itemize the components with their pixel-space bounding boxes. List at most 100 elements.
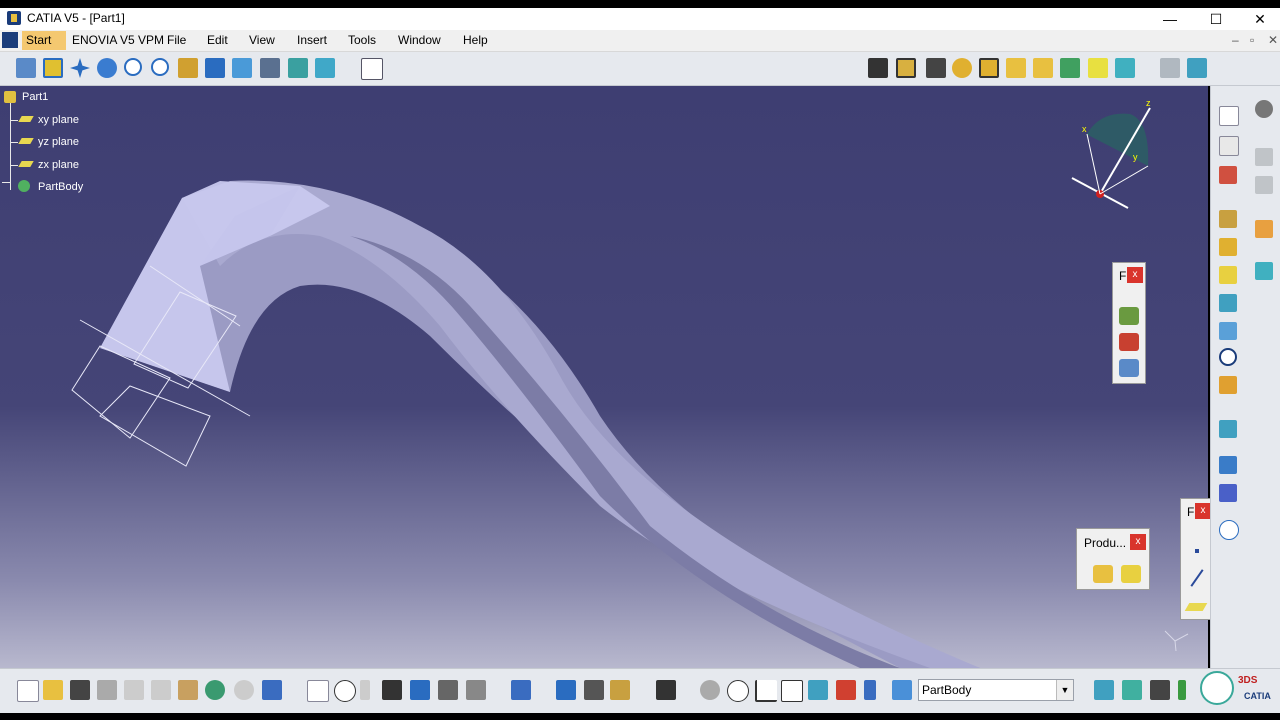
thickness-icon[interactable] (1219, 420, 1237, 438)
save-icon[interactable] (70, 680, 90, 700)
check-icon[interactable] (836, 680, 856, 700)
snapshot-icon[interactable] (511, 680, 531, 700)
tree-item-yz-plane[interactable]: yz plane (38, 136, 79, 148)
stiffener-icon[interactable] (1060, 58, 1080, 78)
catalog-icon[interactable] (410, 680, 430, 700)
pocket-side-icon[interactable] (1219, 238, 1237, 256)
menu-help[interactable]: Help (463, 33, 488, 47)
analysis-icon[interactable] (438, 680, 458, 700)
panel-close-button[interactable]: x (1130, 534, 1146, 550)
fit-all-in-icon[interactable] (43, 58, 63, 78)
axis-system-icon[interactable] (1219, 520, 1239, 540)
panel-close-button[interactable]: x (1195, 503, 1211, 519)
target-icon[interactable] (1219, 348, 1237, 366)
tree-item-partbody[interactable]: PartBody (38, 181, 83, 193)
document-icon[interactable] (2, 32, 18, 48)
maximize-button[interactable]: ☐ (1194, 8, 1238, 30)
comment-icon[interactable] (334, 680, 356, 702)
mass-icon[interactable] (610, 680, 630, 700)
slot-icon[interactable] (1033, 58, 1053, 78)
body-icon[interactable] (1122, 680, 1142, 700)
hybrid-icon[interactable] (1094, 680, 1114, 700)
pattern-icon[interactable] (1219, 484, 1237, 502)
zoom-in-icon[interactable] (124, 58, 142, 76)
insert-icon[interactable] (1178, 680, 1186, 700)
sketcher-icon[interactable] (361, 58, 383, 80)
menu-edit[interactable]: Edit (207, 33, 228, 47)
zoom-out-icon[interactable] (151, 58, 169, 76)
normal-view-icon[interactable] (178, 58, 198, 78)
tool-icon-3[interactable] (1119, 359, 1139, 377)
set-icon[interactable] (864, 680, 876, 700)
update-icon[interactable] (1187, 58, 1207, 78)
pocket-icon[interactable] (896, 58, 916, 78)
gear-icon[interactable] (1255, 100, 1273, 118)
open-icon[interactable] (43, 680, 63, 700)
10-10-icon[interactable] (781, 680, 803, 702)
annotation-icon[interactable] (1219, 136, 1239, 156)
pan-icon[interactable] (70, 58, 90, 78)
new-icon[interactable] (17, 680, 39, 702)
close-button[interactable]: ✕ (1238, 8, 1280, 30)
knowledge-icon[interactable] (466, 680, 486, 700)
3d-viewport[interactable]: x y z Part1 xy plane yz plane zx plane P… (0, 86, 1214, 668)
catia-app-icon[interactable] (7, 11, 21, 25)
hide-show-icon[interactable] (288, 58, 308, 78)
working-support-icon[interactable] (892, 680, 912, 700)
constraints-icon[interactable] (1160, 58, 1180, 78)
hole-icon[interactable] (979, 58, 999, 78)
fillet-icon[interactable] (1219, 266, 1237, 284)
paste-icon[interactable] (178, 680, 198, 700)
shaft-icon[interactable] (926, 58, 946, 78)
rib-icon[interactable] (1006, 58, 1026, 78)
mirror-icon[interactable] (1219, 456, 1237, 474)
tool-icon-1[interactable] (1119, 307, 1139, 325)
menu-view[interactable]: View (249, 33, 275, 47)
menu-window[interactable]: Window (398, 33, 441, 47)
measure-item-icon[interactable] (584, 680, 604, 700)
capture-icon[interactable] (656, 680, 676, 700)
product-tool-icon-2[interactable] (1121, 565, 1141, 583)
menu-tools[interactable]: Tools (348, 33, 376, 47)
measure-between-icon[interactable] (556, 680, 576, 700)
select-arrow-icon[interactable] (1255, 220, 1273, 238)
menu-file[interactable]: File (167, 33, 186, 47)
groove-icon[interactable] (952, 58, 972, 78)
part-icon[interactable] (4, 91, 16, 103)
minimize-button[interactable]: — (1148, 8, 1192, 30)
assistant-icon[interactable] (1200, 671, 1234, 705)
swap-space-icon[interactable] (315, 58, 335, 78)
threaded-icon[interactable] (700, 680, 720, 700)
doc-close-button[interactable]: ✕ (1268, 33, 1278, 47)
formula-icon[interactable] (307, 680, 329, 702)
plane-icon[interactable] (1184, 603, 1208, 611)
tool-icon-2[interactable] (1119, 333, 1139, 351)
doc-minimize-button[interactable]: – (1232, 33, 1239, 47)
panel-close-button[interactable]: x (1127, 267, 1143, 283)
view-mode-icon[interactable] (260, 58, 280, 78)
text-icon[interactable] (1219, 106, 1239, 126)
tree-item-part1[interactable]: Part1 (22, 91, 48, 103)
multi-section-icon[interactable] (1088, 58, 1108, 78)
current-body-select[interactable]: PartBody ▼ (918, 679, 1074, 701)
axis-system-icon[interactable] (755, 680, 777, 702)
multi-view-icon[interactable] (205, 58, 225, 78)
fly-mode-icon[interactable] (16, 58, 36, 78)
material-icon[interactable] (1219, 166, 1237, 184)
chamfer-icon[interactable] (1219, 294, 1237, 312)
menu-insert[interactable]: Insert (297, 33, 327, 47)
iso-view-icon[interactable] (232, 58, 252, 78)
pad-side-icon[interactable] (1219, 210, 1237, 228)
doc-restore-button[interactable]: ▫ (1250, 33, 1254, 47)
tree-item-xy-plane[interactable]: xy plane (38, 114, 79, 126)
line-icon[interactable] (1190, 569, 1204, 587)
undo-icon[interactable] (205, 680, 225, 700)
grid-icon[interactable] (808, 680, 828, 700)
shell-icon[interactable] (1219, 376, 1237, 394)
removed-multi-section-icon[interactable] (1115, 58, 1135, 78)
tools-icon[interactable] (1150, 680, 1170, 700)
draft-icon[interactable] (1219, 322, 1237, 340)
menu-start[interactable]: Start (22, 31, 66, 50)
whats-this-icon[interactable] (262, 680, 282, 700)
menu-enovia[interactable]: ENOVIA V5 VPM (72, 33, 164, 47)
